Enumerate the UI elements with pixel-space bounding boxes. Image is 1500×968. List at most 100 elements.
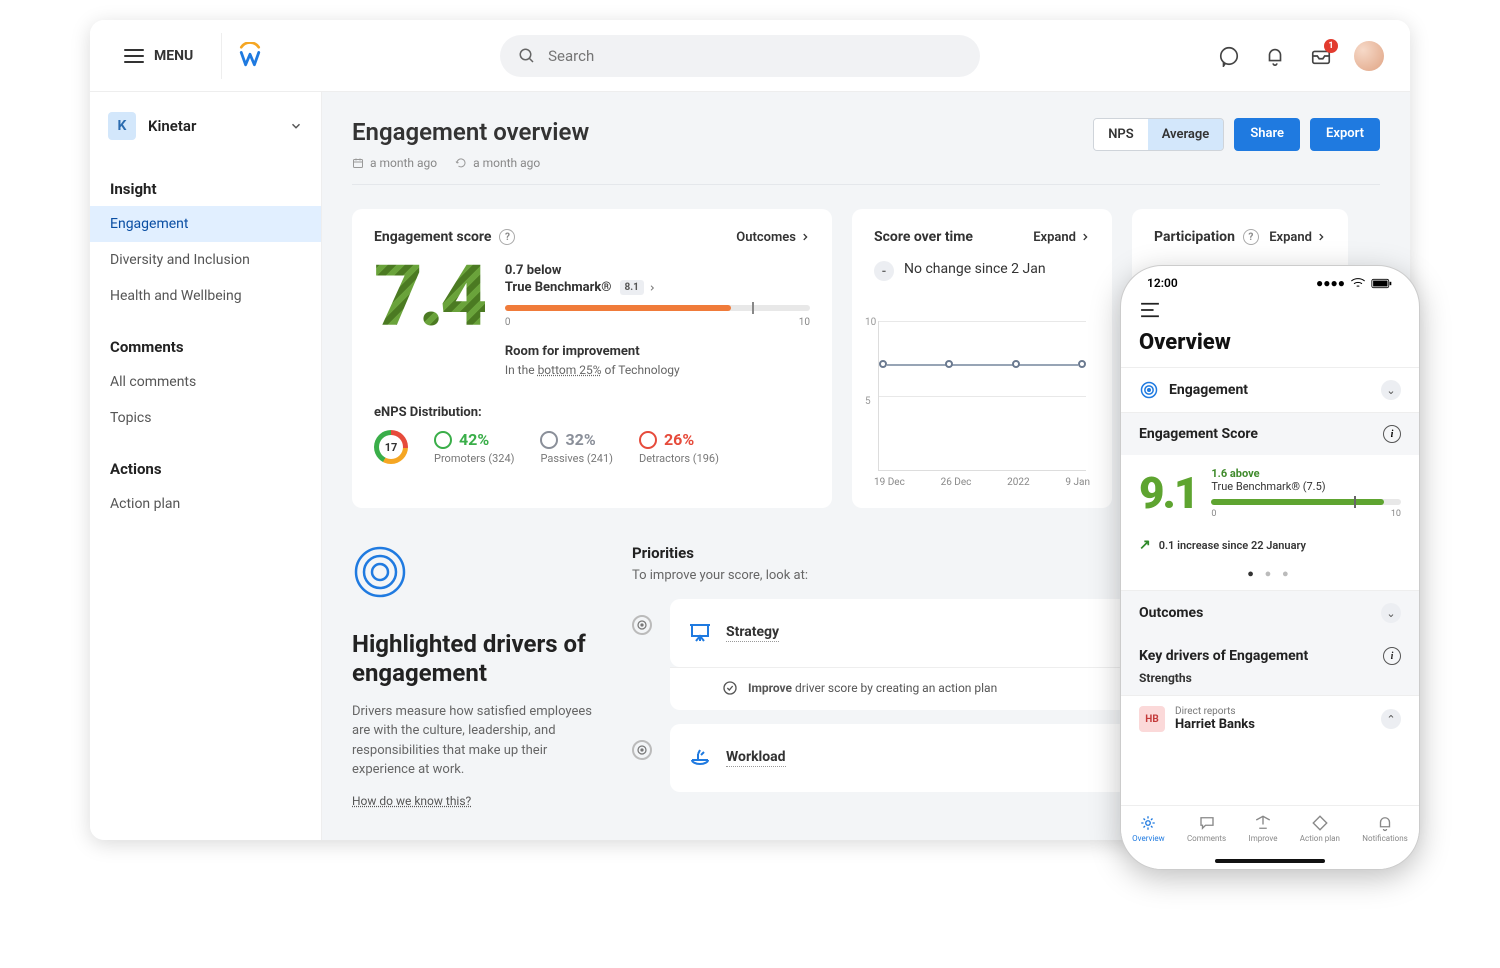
sot-chart: 10 5	[878, 321, 1086, 471]
phone-time: 12:00	[1147, 276, 1178, 290]
person-name: Harriet Banks	[1175, 717, 1255, 732]
account-badge: K	[108, 112, 136, 140]
tab-label: Comments	[1187, 834, 1226, 843]
outcomes-link[interactable]: Outcomes	[736, 230, 810, 245]
info-icon[interactable]: i	[1383, 425, 1401, 443]
search-input[interactable]	[548, 47, 962, 65]
benchmark-label: True Benchmark®	[505, 280, 612, 295]
comments-icon	[1198, 814, 1216, 832]
workday-logo[interactable]	[236, 42, 264, 70]
phone-row-label: Engagement	[1169, 382, 1248, 398]
target-icon	[352, 544, 602, 604]
phone-row-outcomes[interactable]: Outcomes ⌄	[1121, 590, 1419, 635]
x-2: 2022	[1007, 477, 1029, 488]
nav-action-plan[interactable]: Action plan	[90, 486, 321, 522]
priority-bullet	[632, 740, 652, 760]
calendar-icon	[352, 157, 364, 169]
detractors-cell: 26% Detractors (196)	[639, 430, 719, 465]
tab-overview[interactable]: Overview	[1132, 814, 1164, 843]
sot-change-text: No change since 2 Jan	[904, 261, 1046, 277]
smile-icon	[434, 431, 452, 449]
inbox-icon[interactable]: 1	[1308, 43, 1334, 69]
tab-action-plan[interactable]: Action plan	[1300, 814, 1340, 843]
phone-row-score: Engagement Score i	[1121, 412, 1419, 455]
meta-refresh-text: a month ago	[473, 156, 540, 170]
mobile-preview: 12:00 ●●●● Overview Engagement ⌄ Engagem…	[1120, 265, 1420, 870]
x-0: 19 Dec	[874, 477, 905, 488]
score-over-time-card: Score over time Expand - No change since…	[852, 209, 1112, 508]
phone-score-box: 9.1 1.6 above True Benchmark® (7.5) 010	[1121, 455, 1419, 529]
workload-icon	[688, 746, 712, 770]
export-button[interactable]: Export	[1310, 118, 1380, 151]
battery-icon	[1371, 278, 1393, 289]
sad-icon	[639, 431, 657, 449]
nav-all-comments[interactable]: All comments	[90, 364, 321, 400]
chevron-right-icon	[1080, 232, 1090, 242]
phone-person-row[interactable]: HB Direct reports Harriet Banks ⌃	[1121, 695, 1419, 742]
delta-line: 0.7 below	[505, 263, 562, 278]
wifi-icon	[1350, 278, 1366, 288]
divider	[221, 33, 222, 79]
sot-title: Score over time	[874, 229, 973, 245]
promoters-cell: 42% Promoters (324)	[434, 430, 514, 465]
up-arrow-icon: ↗	[1139, 537, 1151, 553]
enps-title: eNPS Distribution:	[374, 405, 810, 420]
phone-status-bar: 12:00 ●●●●	[1121, 266, 1419, 294]
passives-cell: 32% Passives (241)	[540, 430, 613, 465]
seg-nps[interactable]: NPS	[1094, 119, 1147, 150]
part-title: Participation	[1154, 229, 1235, 245]
search-box[interactable]	[500, 35, 980, 77]
chevron-down-icon: ⌄	[1381, 380, 1401, 400]
presentation-icon	[688, 621, 712, 645]
sot-expand-link[interactable]: Expand	[1033, 230, 1090, 245]
tab-label: Action plan	[1300, 834, 1340, 843]
menu-button[interactable]: MENU	[110, 38, 207, 74]
y-label-10: 10	[865, 317, 876, 328]
phone-menu-button[interactable]	[1121, 300, 1419, 330]
tab-comments[interactable]: Comments	[1187, 814, 1226, 843]
help-icon[interactable]: ?	[1243, 229, 1259, 245]
bell-icon[interactable]	[1262, 43, 1288, 69]
help-icon[interactable]: ?	[499, 229, 515, 245]
person-avatar-badge: HB	[1139, 706, 1165, 732]
phone-track	[1211, 499, 1401, 505]
tab-label: Improve	[1249, 834, 1278, 843]
how-do-we-know-link[interactable]: How do we know this?	[352, 794, 602, 808]
slider-max: 10	[799, 317, 810, 328]
nav-diversity[interactable]: Diversity and Inclusion	[90, 242, 321, 278]
account-switcher[interactable]: K Kinetar	[90, 100, 321, 156]
tab-notifications[interactable]: Notifications	[1362, 814, 1407, 843]
seg-average[interactable]: Average	[1148, 119, 1224, 150]
phone-pager-dots[interactable]: ● ● ●	[1121, 563, 1419, 590]
search-icon	[518, 47, 536, 65]
account-name: Kinetar	[148, 117, 277, 135]
divider	[352, 184, 1380, 185]
chevron-right-icon[interactable]	[648, 284, 656, 292]
share-button[interactable]: Share	[1234, 118, 1300, 151]
nav-engagement[interactable]: Engagement	[90, 206, 321, 242]
priority-name: Strategy	[726, 624, 779, 642]
info-icon[interactable]: i	[1383, 647, 1401, 665]
phone-above: 1.6 above	[1211, 467, 1259, 480]
slider-min: 0	[505, 317, 511, 328]
tab-label: Notifications	[1362, 834, 1407, 843]
engagement-card-title: Engagement score	[374, 229, 491, 245]
engagement-icon	[1139, 380, 1159, 400]
phone-increase: ↗ 0.1 increase since 22 January	[1121, 529, 1419, 563]
nav-topics[interactable]: Topics	[90, 400, 321, 436]
nav-health[interactable]: Health and Wellbeing	[90, 278, 321, 314]
part-expand-link[interactable]: Expand	[1269, 230, 1326, 245]
chevron-right-icon	[1316, 232, 1326, 242]
notification-badge: 1	[1324, 39, 1338, 53]
tab-improve[interactable]: Improve	[1249, 814, 1278, 843]
search-wrap	[264, 35, 1216, 77]
phone-row-engagement[interactable]: Engagement ⌄	[1121, 367, 1419, 412]
benchmark-slider	[505, 305, 810, 311]
meta-date: a month ago	[352, 156, 437, 170]
hamburger-icon	[1139, 302, 1161, 318]
action-plan-icon	[1311, 814, 1329, 832]
user-avatar[interactable]	[1354, 41, 1384, 71]
chat-icon[interactable]	[1216, 43, 1242, 69]
neutral-icon	[540, 431, 558, 449]
top-icons: 1	[1216, 41, 1390, 71]
